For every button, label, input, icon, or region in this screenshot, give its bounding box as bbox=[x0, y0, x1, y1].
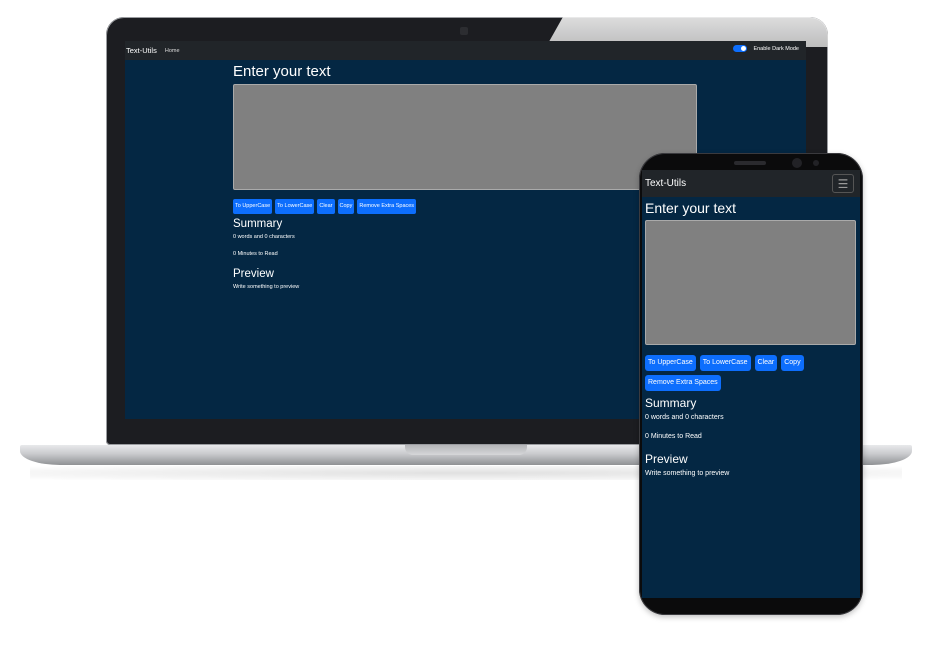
phone-frame: Text-Utils ☰ Enter your text To UpperCas… bbox=[639, 153, 863, 615]
read-time-text: 0 Minutes to Read bbox=[233, 251, 278, 257]
mobile-copy-button[interactable]: Copy bbox=[781, 355, 804, 371]
text-input-area[interactable] bbox=[233, 84, 697, 190]
phone-speaker bbox=[734, 161, 766, 165]
uppercase-button[interactable]: To UpperCase bbox=[233, 199, 273, 214]
mobile-remove-spaces-button[interactable]: Remove Extra Spaces bbox=[645, 375, 721, 391]
mobile-preview-text: Write something to preview bbox=[645, 470, 730, 477]
remove-spaces-button[interactable]: Remove Extra Spaces bbox=[357, 199, 417, 214]
mobile-navbar-brand[interactable]: Text-Utils bbox=[645, 178, 686, 189]
dark-mode-label: Enable Dark Mode bbox=[753, 45, 799, 52]
mobile-navbar: Text-Utils ☰ bbox=[642, 170, 860, 197]
summary-heading: Summary bbox=[233, 218, 283, 230]
navbar-brand[interactable]: Text-Utils bbox=[126, 46, 157, 55]
mobile-page-title: Enter your text bbox=[645, 200, 737, 216]
phone-sensor bbox=[813, 160, 819, 166]
desktop-navbar: Text-Utils Home Enable Dark Mode bbox=[125, 41, 806, 60]
lowercase-button[interactable]: To LowerCase bbox=[275, 199, 315, 214]
device-mockup-scene: Text-Utils Home Enable Dark Mode Enter y… bbox=[0, 0, 932, 652]
phone-screen: Text-Utils ☰ Enter your text To UpperCas… bbox=[642, 170, 860, 598]
laptop-camera bbox=[460, 27, 468, 35]
dark-mode-toggle[interactable] bbox=[733, 45, 748, 52]
mobile-main: Enter your text To UpperCase To LowerCas… bbox=[645, 200, 857, 489]
mobile-preview-heading: Preview bbox=[645, 452, 688, 466]
mobile-word-count-text: 0 words and 0 characters bbox=[645, 414, 724, 421]
nav-link-home[interactable]: Home bbox=[165, 48, 180, 54]
page-title: Enter your text bbox=[233, 63, 331, 80]
mobile-text-input-area[interactable] bbox=[645, 220, 856, 345]
dark-mode-switch[interactable]: Enable Dark Mode bbox=[733, 45, 799, 52]
copy-button[interactable]: Copy bbox=[337, 199, 355, 214]
word-count-text: 0 words and 0 characters bbox=[233, 234, 295, 240]
phone-camera bbox=[792, 158, 802, 168]
button-group: To UpperCase To LowerCase Clear Copy Rem… bbox=[233, 199, 699, 214]
laptop-notch bbox=[405, 445, 527, 455]
preview-heading: Preview bbox=[233, 268, 274, 280]
mobile-clear-button[interactable]: Clear bbox=[754, 355, 778, 371]
clear-button[interactable]: Clear bbox=[317, 199, 335, 214]
mobile-button-group: To UpperCase To LowerCase Clear Copy Rem… bbox=[645, 355, 857, 391]
mobile-summary-heading: Summary bbox=[645, 396, 697, 410]
hamburger-menu-icon[interactable]: ☰ bbox=[832, 174, 854, 193]
desktop-main: Enter your text To UpperCase To LowerCas… bbox=[233, 63, 699, 301]
mobile-read-time-text: 0 Minutes to Read bbox=[645, 433, 702, 440]
mobile-lowercase-button[interactable]: To LowerCase bbox=[699, 355, 751, 371]
preview-text: Write something to preview bbox=[233, 284, 300, 290]
mobile-uppercase-button[interactable]: To UpperCase bbox=[645, 355, 696, 371]
